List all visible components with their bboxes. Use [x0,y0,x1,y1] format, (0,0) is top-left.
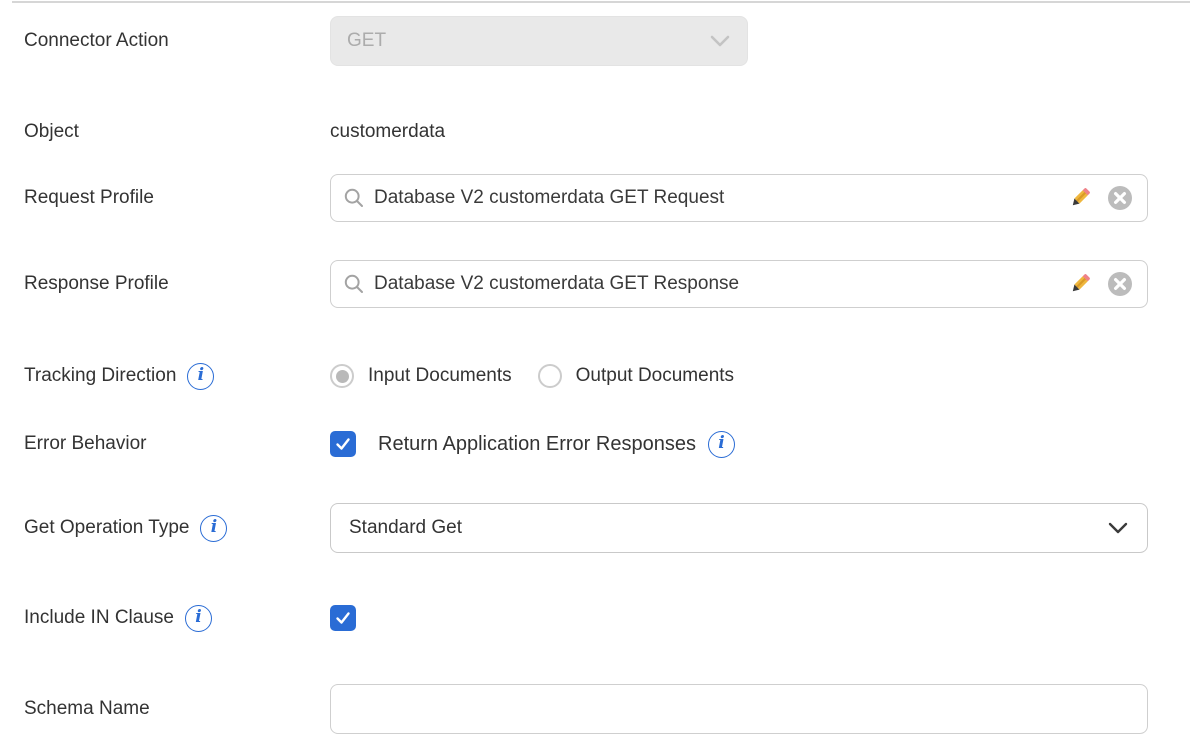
connector-action-label: Connector Action [24,30,169,52]
error-behavior-checkbox[interactable] [330,431,356,457]
tracking-direction-radio-group: Input Documents Output Documents [330,364,734,388]
row-get-operation-type: Get Operation Type i Standard Get [0,503,1190,553]
object-value: customerdata [330,121,445,143]
schema-name-input[interactable] [330,684,1148,734]
error-behavior-checkbox-label: Return Application Error Responses [378,433,696,456]
get-operation-type-select[interactable]: Standard Get [330,503,1148,553]
edit-pencil-icon[interactable] [1067,271,1093,297]
radio-output-documents[interactable]: Output Documents [538,364,734,388]
row-connector-action: Connector Action GET [0,16,1190,66]
radio-input-documents[interactable]: Input Documents [330,364,512,388]
response-profile-field [330,260,1148,308]
request-profile-field [330,174,1148,222]
object-label: Object [24,121,79,143]
radio-selected-icon[interactable] [330,364,354,388]
connector-action-select: GET [330,16,748,66]
row-object: Object customerdata [0,119,1190,145]
request-profile-input[interactable] [374,187,1051,209]
search-icon [343,273,365,295]
get-operation-type-value: Standard Get [349,517,462,539]
row-request-profile: Request Profile [0,174,1190,222]
connector-action-value: GET [347,30,386,52]
row-response-profile: Response Profile [0,260,1190,308]
radio-label: Output Documents [576,365,734,387]
schema-name-label: Schema Name [24,698,150,720]
response-profile-label: Response Profile [24,273,169,295]
request-profile-label: Request Profile [24,187,154,209]
info-icon[interactable]: i [200,515,227,542]
chevron-down-icon [1107,521,1129,535]
include-in-clause-label: Include IN Clause [24,607,174,629]
row-tracking-direction: Tracking Direction i Input Documents Out… [0,352,1190,400]
error-behavior-label: Error Behavior [24,433,147,455]
radio-label: Input Documents [368,365,512,387]
info-icon[interactable]: i [187,363,214,390]
tracking-direction-label: Tracking Direction [24,365,176,387]
radio-unselected-icon[interactable] [538,364,562,388]
info-icon[interactable]: i [708,431,735,458]
row-include-in-clause: Include IN Clause i [0,604,1190,632]
get-operation-type-label: Get Operation Type [24,517,189,539]
row-error-behavior: Error Behavior Return Application Error … [0,430,1190,458]
edit-pencil-icon[interactable] [1067,185,1093,211]
info-icon[interactable]: i [185,605,212,632]
panel-top-border [12,1,1190,3]
response-profile-input[interactable] [374,273,1051,295]
clear-icon[interactable] [1107,271,1133,297]
include-in-clause-checkbox[interactable] [330,605,356,631]
clear-icon[interactable] [1107,185,1133,211]
chevron-down-icon [709,34,731,48]
search-icon [343,187,365,209]
row-schema-name: Schema Name [0,684,1190,734]
